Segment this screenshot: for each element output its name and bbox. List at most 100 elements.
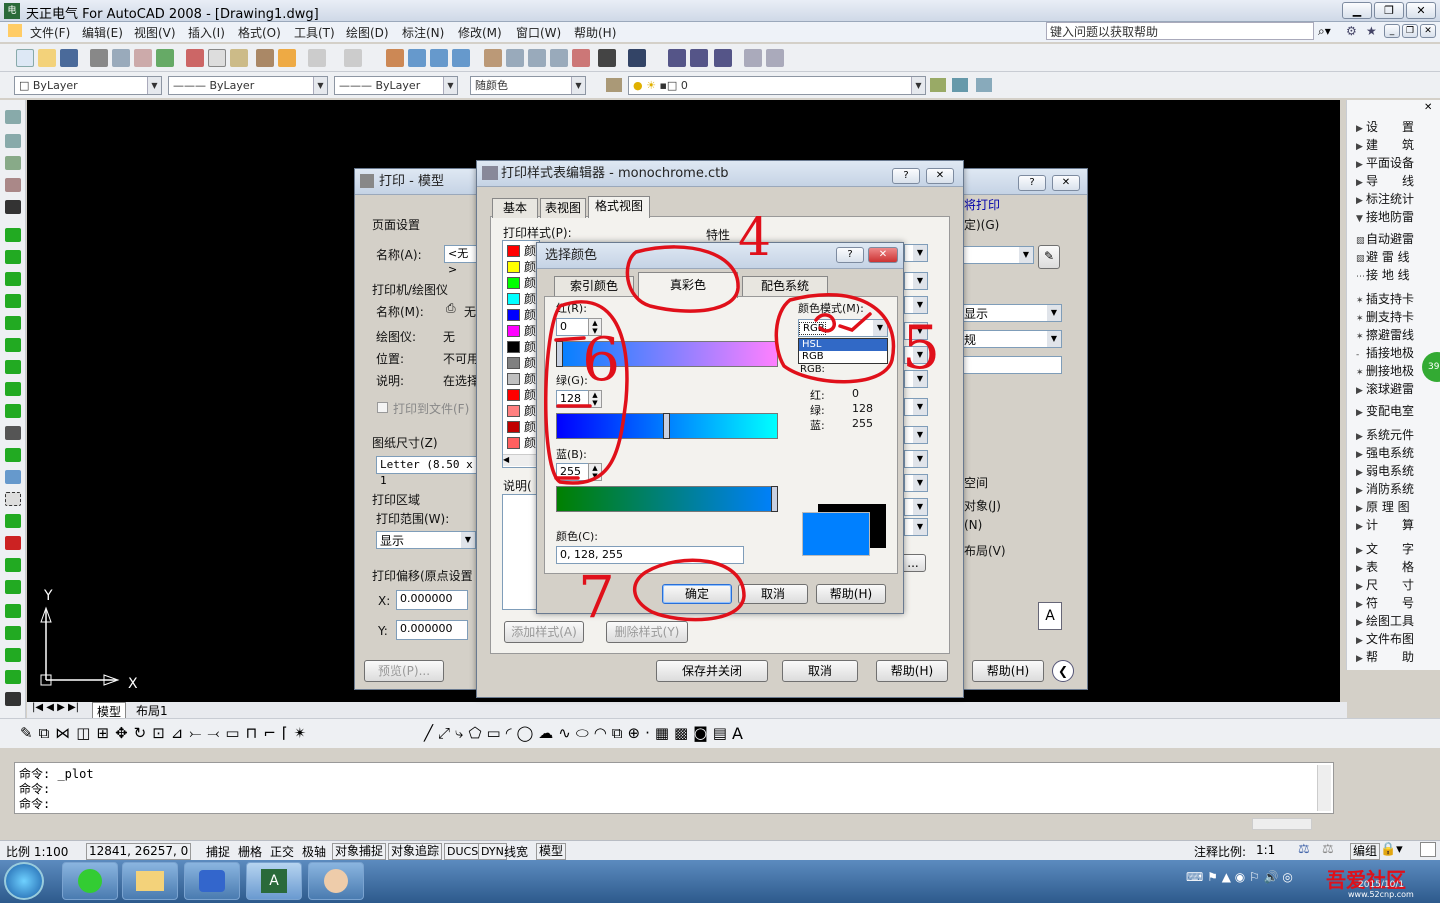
linetype-control-combo[interactable]: ——— ByLayer ▼	[168, 76, 328, 95]
left-tool-icon[interactable]	[5, 492, 21, 506]
add-style-button[interactable]: 添加样式(A)	[504, 621, 584, 643]
save-close-button[interactable]: 保存并关闭	[656, 660, 768, 682]
blue-input[interactable]: 255	[556, 463, 592, 481]
left-tool-icon[interactable]	[5, 272, 21, 286]
lock-icon[interactable]: 🔒▾	[1380, 842, 1403, 857]
stretch-icon[interactable]: ⊿	[171, 724, 184, 742]
left-tool-icon[interactable]	[5, 178, 21, 192]
style-list-item[interactable]: 颜	[524, 418, 536, 435]
designcenter-icon[interactable]	[506, 49, 524, 67]
table-style-icon[interactable]	[766, 49, 784, 67]
left-tool-icon[interactable]	[5, 580, 21, 594]
rp-item[interactable]: ▼ 接地防雷	[1356, 208, 1440, 225]
preview-button[interactable]: 预览(P)...	[364, 660, 444, 682]
panel-close-icon[interactable]: ✕	[1424, 102, 1432, 113]
help-search-input[interactable]: 键入问题以获取帮助	[1046, 22, 1314, 40]
search-icon[interactable]: ⌕▾	[1318, 24, 1331, 39]
rp-item[interactable]: ▶ 表 格	[1356, 558, 1440, 575]
rp-item[interactable]: ▶ 原 理 图	[1356, 498, 1440, 515]
plotstyle-control-combo[interactable]: 随颜色 ▼	[470, 76, 586, 95]
array-icon[interactable]: ⊞	[96, 724, 109, 742]
page-setup-name-combo[interactable]: <无>	[444, 245, 478, 276]
paste-icon[interactable]	[230, 49, 248, 67]
style-list-item[interactable]: 颜	[524, 258, 536, 275]
copy-icon[interactable]	[208, 49, 226, 67]
offset-y-input[interactable]: 0.000000	[396, 620, 468, 640]
rp-item[interactable]: ▶ 文件布图	[1356, 630, 1440, 647]
ellipse-arc-icon[interactable]: ◠	[594, 724, 607, 742]
style-list-item[interactable]: 颜	[524, 290, 536, 307]
description-textarea[interactable]	[502, 494, 540, 610]
taskbar-paint-icon[interactable]	[308, 862, 364, 900]
rp-item[interactable]: ▧自动避雷	[1356, 230, 1440, 247]
style-list-item[interactable]: 颜	[524, 322, 536, 339]
property-combo[interactable]: ▼	[904, 498, 928, 516]
region-icon[interactable]: ◙	[693, 724, 708, 742]
autoscale-icon[interactable]: ⚖	[1322, 842, 1334, 857]
style-list-item[interactable]: 颜	[524, 242, 536, 259]
matchprop-icon[interactable]	[256, 49, 274, 67]
print-right-combo[interactable]: ▼	[960, 246, 1034, 264]
ortho-toggle[interactable]: 正交	[270, 843, 294, 860]
coords-readout[interactable]: 12841, 26257, 0	[86, 843, 192, 860]
mtext-icon[interactable]: A	[732, 724, 743, 743]
left-tool-icon[interactable]	[5, 426, 21, 440]
print-help-button[interactable]: ?	[1018, 175, 1046, 191]
rp-item[interactable]: ✶ 删支持卡	[1356, 308, 1440, 325]
layer-control-combo[interactable]: ● ☀ ▪□ 0 ▼	[628, 76, 926, 95]
left-tool-icon[interactable]	[5, 514, 21, 528]
text-style-icon[interactable]	[744, 49, 762, 67]
explode-icon[interactable]: ✴	[294, 724, 307, 742]
menu-dimension[interactable]: 标注(N)	[402, 24, 444, 41]
trim-icon[interactable]: ⤚	[189, 724, 201, 742]
blue-slider-handle[interactable]	[771, 486, 778, 512]
insert-block-icon[interactable]: ⧉	[612, 724, 623, 742]
undo-icon[interactable]	[308, 49, 326, 67]
left-tool-icon[interactable]	[5, 536, 21, 550]
blue-slider-track[interactable]	[556, 486, 778, 512]
break-icon[interactable]: ▭	[225, 724, 239, 742]
left-tool-icon[interactable]	[5, 692, 21, 706]
plot-properties-button[interactable]: ✎	[1038, 245, 1060, 269]
style-list-item[interactable]: 颜	[524, 434, 536, 451]
left-tool-icon[interactable]	[5, 604, 21, 618]
menu-file[interactable]: 文件(F)	[30, 24, 70, 41]
style-list-item[interactable]: 颜	[524, 274, 536, 291]
revcloud-icon[interactable]: ☁	[538, 724, 553, 742]
zoom-previous-icon[interactable]	[452, 49, 470, 67]
left-tool-icon[interactable]	[5, 670, 21, 684]
property-combo[interactable]: ▼	[904, 450, 928, 468]
taskbar-autocad-icon[interactable]: A	[246, 862, 302, 900]
chamfer-icon[interactable]: ⌐	[263, 724, 276, 742]
rp-item[interactable]: ▶ 消防系统	[1356, 480, 1440, 497]
tab-index-color[interactable]: 索引颜色	[554, 276, 634, 296]
arc-icon[interactable]: ◜	[506, 724, 512, 742]
property-combo[interactable]: ▼	[904, 296, 928, 314]
close-button[interactable]: ✕	[1406, 2, 1436, 19]
mirror-icon[interactable]: ⋈	[55, 724, 70, 742]
rp-item[interactable]: ▶ 文 字	[1356, 540, 1440, 557]
fillet-icon[interactable]: ⌈	[282, 724, 288, 742]
new-icon[interactable]	[16, 49, 34, 67]
left-tool-icon[interactable]	[5, 648, 21, 662]
left-tool-icon[interactable]	[5, 404, 21, 418]
left-tool-icon[interactable]	[5, 134, 21, 148]
left-tool-icon[interactable]	[5, 250, 21, 264]
print-to-file-checkbox[interactable]	[377, 402, 388, 413]
style-list-item[interactable]: 颜	[524, 338, 536, 355]
tab-layout1[interactable]: 布局1	[132, 702, 172, 719]
style-help-button[interactable]: 帮助(H)	[876, 660, 948, 682]
left-tool-icon[interactable]	[5, 110, 21, 124]
cut-icon[interactable]	[186, 49, 204, 67]
offset-icon[interactable]: ◫	[76, 724, 90, 742]
menu-draw[interactable]: 绘图(D)	[346, 24, 389, 41]
tab-form-view[interactable]: 格式视图	[588, 196, 650, 218]
left-tool-icon[interactable]	[5, 382, 21, 396]
point-icon[interactable]: ·	[645, 724, 650, 742]
rp-item[interactable]: ▶ 绘图工具	[1356, 612, 1440, 629]
tab-table-view[interactable]: 表视图	[540, 198, 586, 218]
left-tool-icon[interactable]	[5, 470, 21, 484]
redo-icon[interactable]	[344, 49, 362, 67]
print-icon[interactable]	[90, 49, 108, 67]
tab-color-books[interactable]: 配色系统	[742, 276, 828, 296]
